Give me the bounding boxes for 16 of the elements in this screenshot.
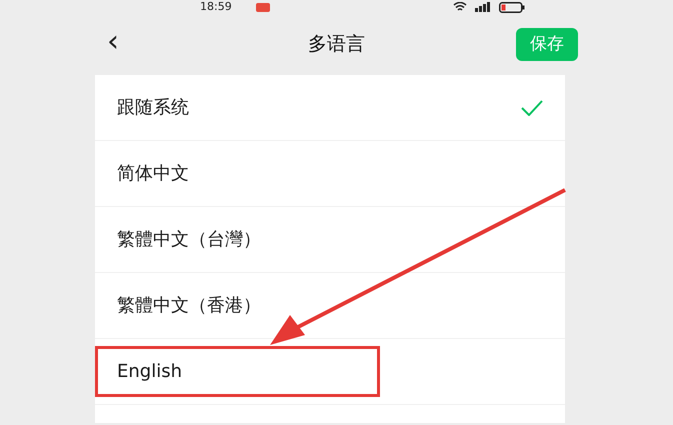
language-label: 简体中文 <box>117 162 189 186</box>
page-title: 多语言 <box>308 33 365 56</box>
battery-icon <box>499 2 525 12</box>
status-time: 18:59 <box>200 0 232 14</box>
language-label: 繁體中文（台灣） <box>117 228 261 252</box>
language-option[interactable]: 简体中文 <box>95 141 565 207</box>
notification-icon <box>256 2 270 12</box>
language-label: 跟随系统 <box>117 96 189 120</box>
language-option[interactable]: 跟随系统 <box>95 75 565 141</box>
back-button[interactable]: ‹ <box>95 26 127 62</box>
signal-icon <box>475 2 491 12</box>
wifi-icon <box>453 2 467 12</box>
language-label: English <box>117 360 182 384</box>
language-option[interactable]: English <box>95 339 565 405</box>
language-option[interactable]: 繁體中文（台灣） <box>95 207 565 273</box>
language-label: 繁體中文（香港） <box>117 294 261 318</box>
